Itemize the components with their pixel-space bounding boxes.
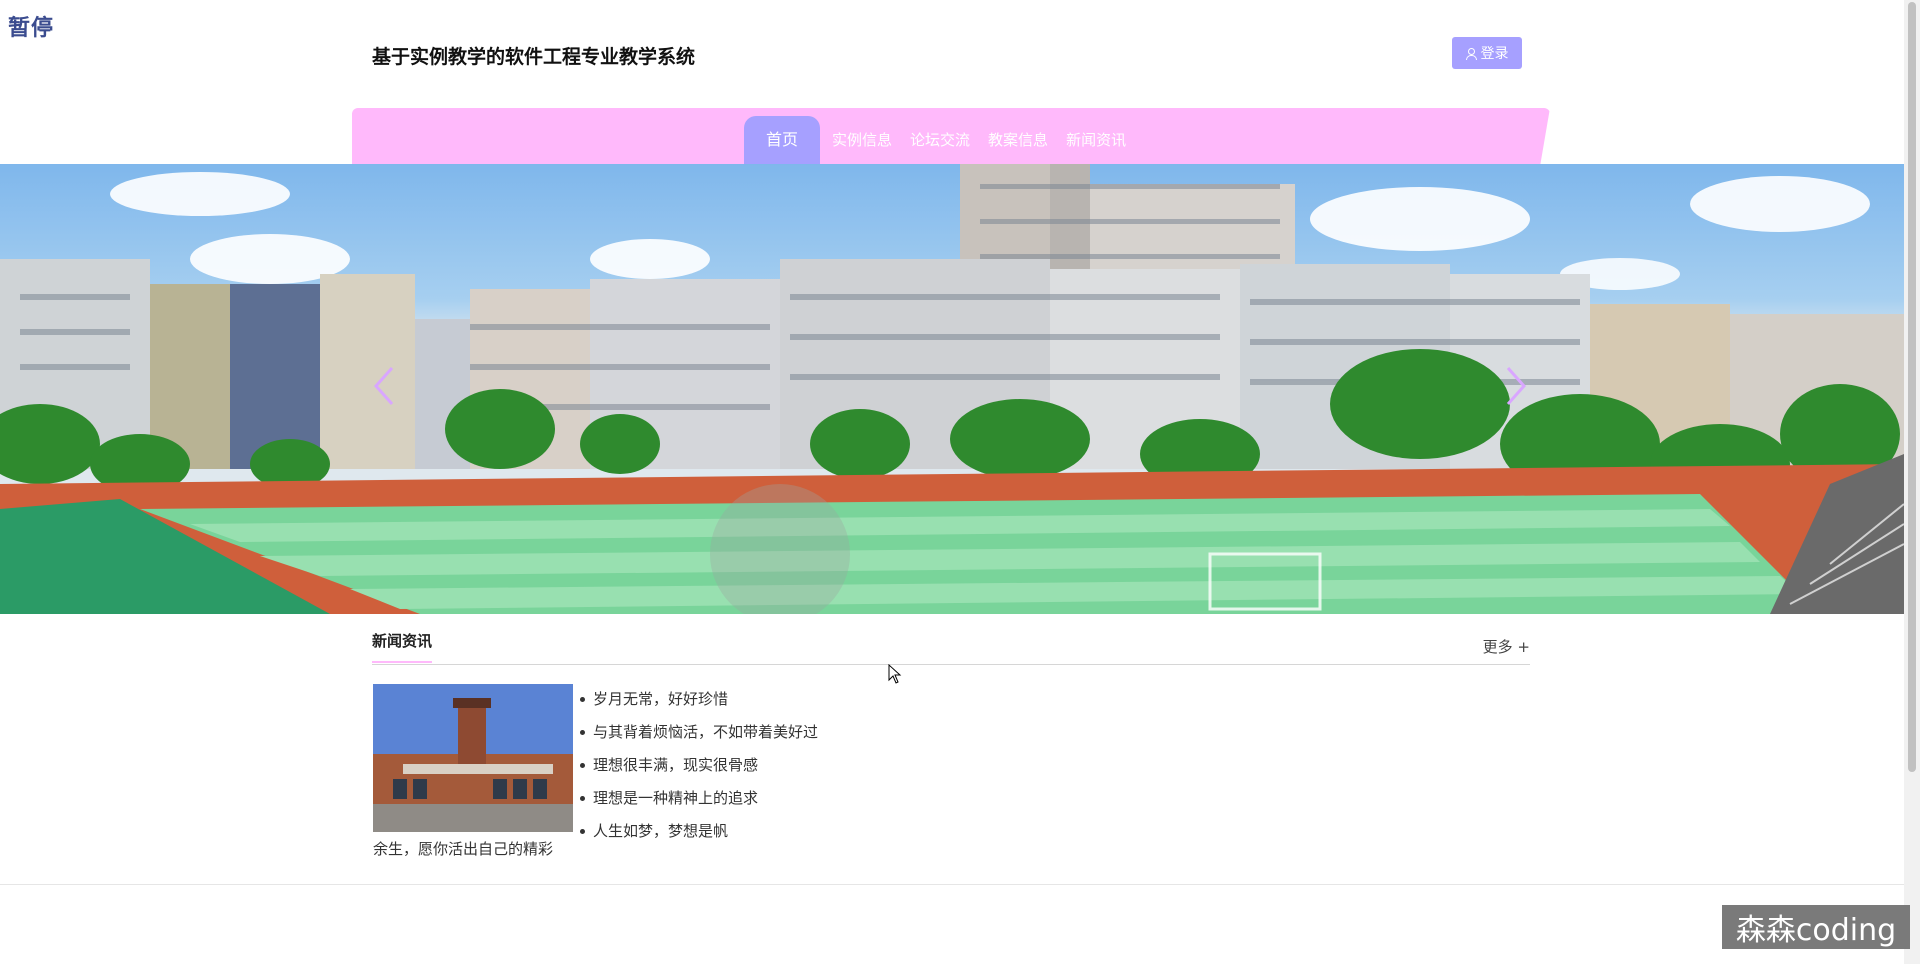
news-item[interactable]: 理想是一种精神上的追求 (580, 785, 818, 818)
banner-carousel[interactable] (0, 164, 1904, 614)
news-more-link[interactable]: 更多 + (1483, 636, 1530, 657)
login-label: 登录 (1480, 46, 1509, 62)
news-header: 新闻资讯 更多 + (372, 628, 1530, 665)
news-item[interactable]: 理想很丰满，现实很骨感 (580, 752, 818, 785)
nav-item-home[interactable]: 首页 (744, 116, 821, 164)
scrollbar-thumb[interactable] (1908, 2, 1916, 772)
nav-item-lesson-plans[interactable]: 教案信息 (979, 116, 1057, 164)
user-icon (1465, 47, 1477, 60)
news-thumbnail-image (373, 684, 573, 832)
news-thumbnail[interactable] (373, 684, 573, 832)
banner-image (0, 164, 1904, 614)
news-item[interactable]: 人生如梦，梦想是帆 (580, 818, 818, 851)
news-list: 岁月无常，好好珍惜 与其背着烦恼活，不如带着美好过 理想很丰满，现实很骨感 理想… (580, 686, 818, 851)
carousel-prev-button[interactable] (372, 366, 396, 406)
mouse-cursor-icon (888, 664, 902, 684)
news-thumbnail-caption[interactable]: 余生，愿你活出自己的精彩 (373, 838, 553, 859)
watermark: 森森coding (1722, 905, 1910, 949)
news-section-title: 新闻资讯 (372, 630, 433, 663)
chevron-right-icon (1506, 367, 1527, 405)
carousel-next-button[interactable] (1504, 366, 1528, 406)
login-button[interactable]: 登录 (1452, 37, 1522, 69)
news-section: 新闻资讯 更多 + (372, 628, 1530, 665)
chevron-left-icon (373, 367, 394, 405)
news-item[interactable]: 与其背着烦恼活，不如带着美好过 (580, 719, 818, 752)
header: 基于实例教学的软件工程专业教学系统 登录 (0, 0, 1920, 108)
nav-item-news[interactable]: 新闻资讯 (1057, 116, 1135, 164)
main-nav: 首页 实例信息 论坛交流 教案信息 新闻资讯 (744, 116, 1135, 164)
site-title: 基于实例教学的软件工程专业教学系统 (372, 46, 696, 68)
nav-item-forum[interactable]: 论坛交流 (901, 116, 979, 164)
footer-divider (0, 884, 1904, 885)
nav-item-examples[interactable]: 实例信息 (823, 116, 901, 164)
news-item[interactable]: 岁月无常，好好珍惜 (580, 686, 818, 719)
